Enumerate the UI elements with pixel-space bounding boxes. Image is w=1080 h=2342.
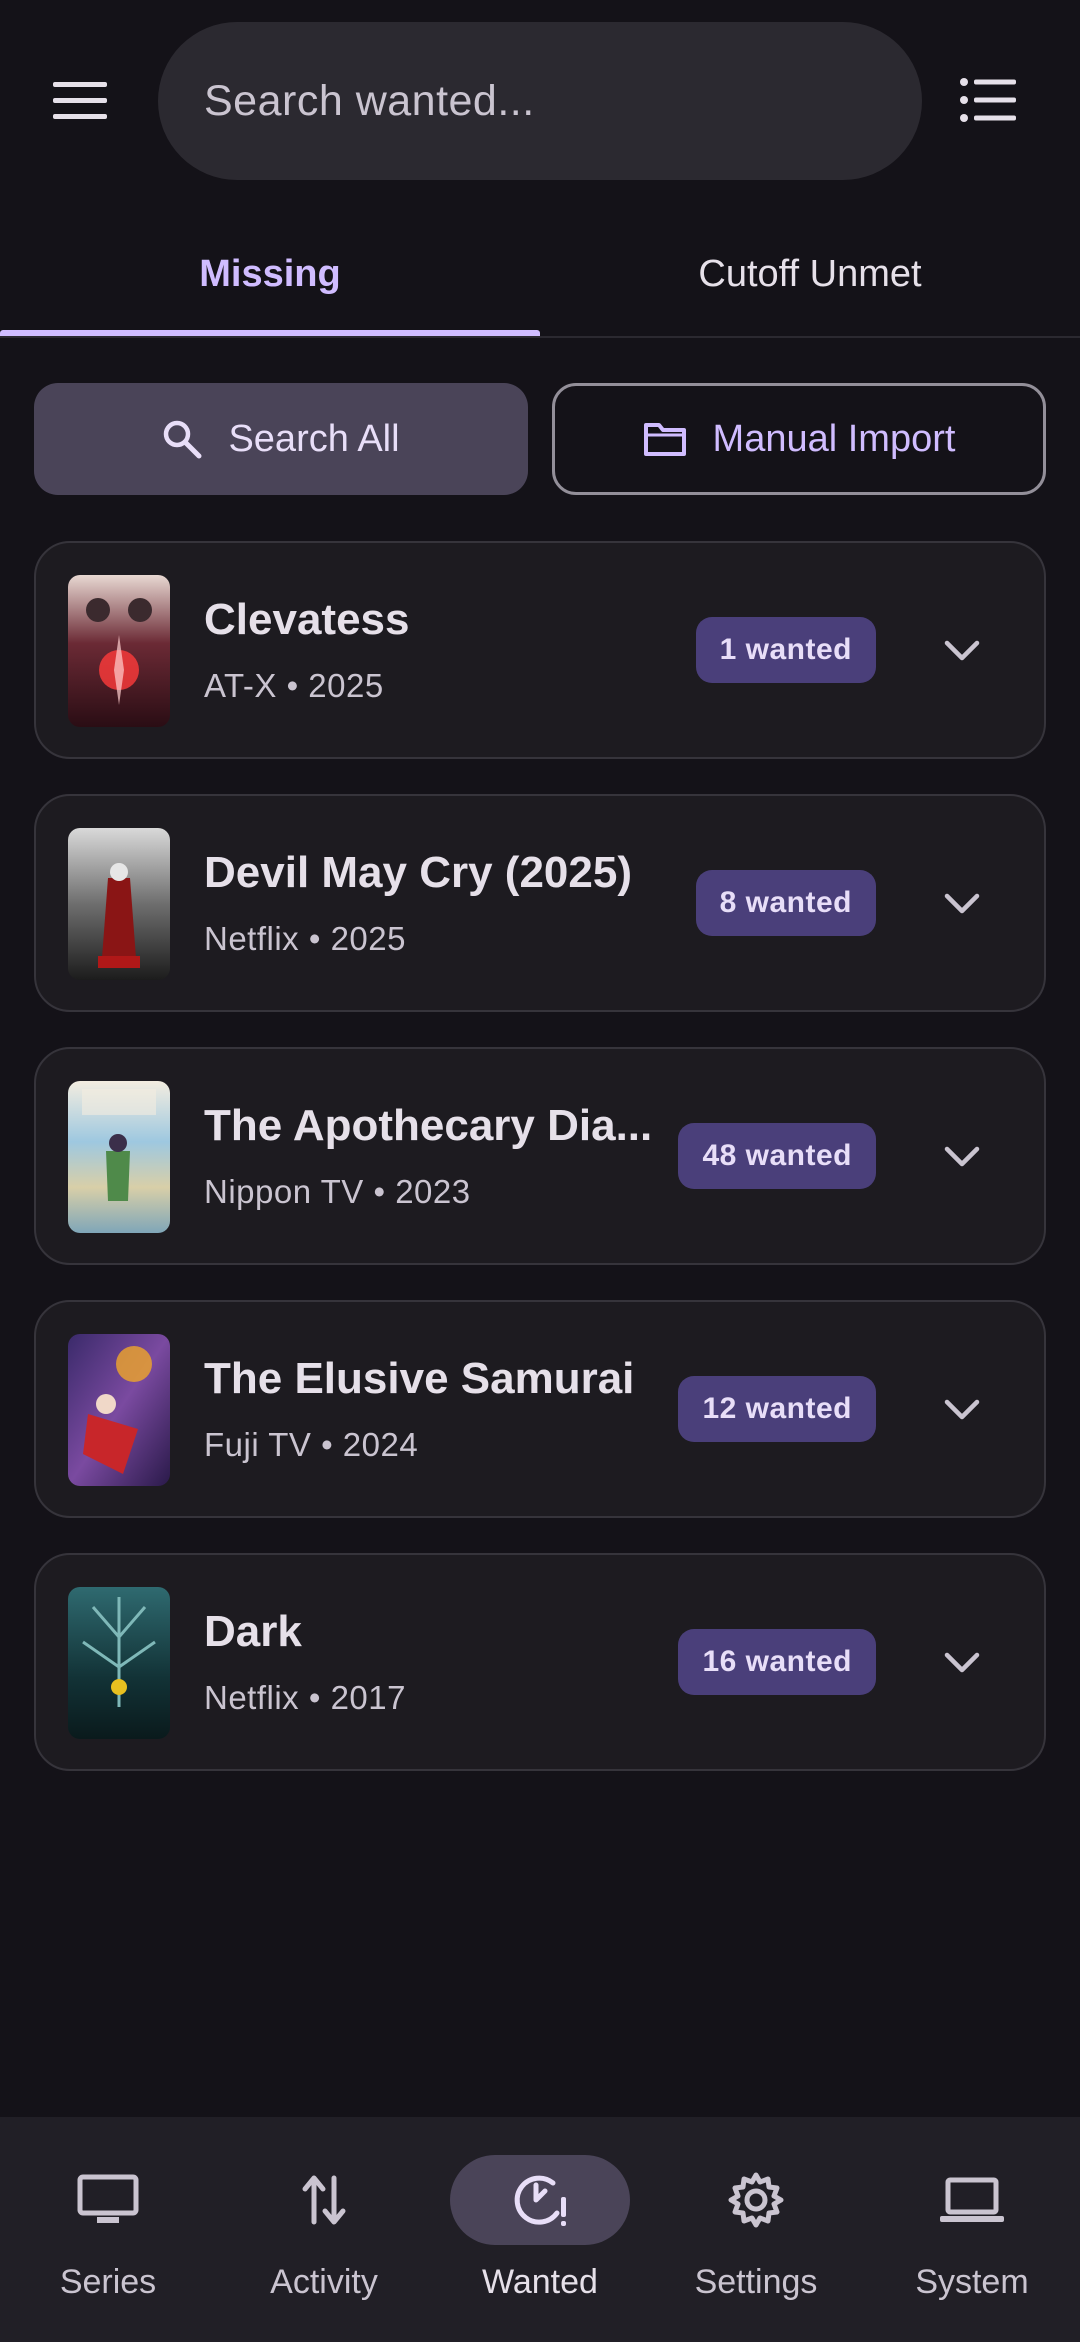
- series-network-year: Fuji TV • 2024: [204, 1426, 419, 1463]
- wanted-count-badge: 12 wanted: [678, 1376, 876, 1442]
- nav-icon-container: [450, 2155, 630, 2245]
- nav-label: Settings: [694, 2263, 818, 2301]
- nav-item-settings[interactable]: Settings: [648, 2117, 864, 2342]
- chevron-down-icon: [944, 893, 980, 914]
- wanted-count-badge: 48 wanted: [678, 1123, 876, 1189]
- series-card[interactable]: The Apothecary Dia... Nippon TV • 2023 4…: [34, 1047, 1046, 1265]
- series-network-year: Nippon TV • 2023: [204, 1173, 471, 1210]
- chevron-down-icon: [944, 1399, 980, 1420]
- series-card[interactable]: The Elusive Samurai Fuji TV • 2024 12 wa…: [34, 1300, 1046, 1518]
- chevron-down-icon: [944, 1652, 980, 1673]
- expand-button[interactable]: [934, 623, 990, 679]
- list-icon: [960, 78, 1016, 122]
- manual-import-label: Manual Import: [712, 417, 956, 460]
- nav-icon-container: [882, 2155, 1062, 2245]
- search-placeholder: Search wanted...: [204, 76, 535, 125]
- series-title: Clevatess: [204, 595, 410, 644]
- nav-item-series[interactable]: Series: [0, 2117, 216, 2342]
- series-network-year: Netflix • 2017: [204, 1679, 406, 1716]
- list-view-button[interactable]: [948, 60, 1028, 140]
- series-card[interactable]: Dark Netflix • 2017 16 wanted: [34, 1553, 1046, 1771]
- series-poster: [68, 1587, 170, 1739]
- series-title: The Elusive Samurai: [204, 1354, 635, 1403]
- nav-label: Activity: [270, 2263, 378, 2301]
- wanted-tabs: Missing Cutoff Unmet: [0, 210, 1080, 338]
- nav-icon-container: [234, 2155, 414, 2245]
- bottom-navigation-bar: Series Activity Wanted Settings System: [0, 2117, 1080, 2342]
- nav-label: Wanted: [482, 2263, 598, 2301]
- tab-cutoff-unmet[interactable]: Cutoff Unmet: [540, 210, 1080, 338]
- series-poster: [68, 1334, 170, 1486]
- tab-missing[interactable]: Missing: [0, 210, 540, 338]
- expand-button[interactable]: [934, 1635, 990, 1691]
- series-title: Dark: [204, 1607, 302, 1656]
- expand-button[interactable]: [934, 876, 990, 932]
- hamburger-menu-icon: [53, 82, 107, 119]
- monitor-icon: [77, 2174, 139, 2223]
- expand-button[interactable]: [934, 1129, 990, 1185]
- search-input[interactable]: Search wanted...: [158, 22, 922, 180]
- manual-import-button[interactable]: Manual Import: [552, 383, 1046, 495]
- wanted-count-badge: 1 wanted: [695, 617, 876, 683]
- wanted-count-badge: 16 wanted: [678, 1629, 876, 1695]
- top-app-bar: Search wanted...: [0, 0, 1080, 200]
- search-all-label: Search All: [228, 417, 400, 460]
- series-poster: [68, 1081, 170, 1233]
- nav-icon-container: [666, 2155, 846, 2245]
- wanted-screen: Search wanted... Missing Cutoff Unmet Se…: [0, 0, 1080, 2342]
- up-down-arrows-icon: [302, 2175, 346, 2225]
- series-card[interactable]: Devil May Cry (2025) Netflix • 2025 8 wa…: [34, 794, 1046, 1012]
- folder-icon: [643, 423, 686, 456]
- clock-alert-icon: [514, 2175, 566, 2226]
- nav-label: Series: [59, 2263, 157, 2301]
- nav-item-wanted[interactable]: Wanted: [432, 2117, 648, 2342]
- nav-item-system[interactable]: System: [864, 2117, 1080, 2342]
- menu-button[interactable]: [40, 60, 120, 140]
- gear-icon: [728, 2172, 784, 2228]
- series-title: Devil May Cry (2025): [204, 848, 632, 897]
- series-poster: [68, 575, 170, 727]
- nav-item-activity[interactable]: Activity: [216, 2117, 432, 2342]
- series-network-year: Netflix • 2025: [204, 920, 406, 957]
- series-poster: [68, 828, 170, 980]
- series-title: The Apothecary Dia...: [204, 1101, 653, 1150]
- chevron-down-icon: [944, 640, 980, 661]
- tabs-divider: [0, 336, 1080, 338]
- search-all-button[interactable]: Search All: [34, 383, 528, 495]
- wanted-count-badge: 8 wanted: [695, 870, 876, 936]
- nav-label: System: [915, 2263, 1029, 2301]
- series-card[interactable]: Clevatess AT-X • 2025 1 wanted: [34, 541, 1046, 759]
- series-network-year: AT-X • 2025: [204, 667, 384, 704]
- laptop-icon: [940, 2177, 1004, 2222]
- search-icon: [164, 420, 202, 459]
- expand-button[interactable]: [934, 1382, 990, 1438]
- nav-icon-container: [18, 2155, 198, 2245]
- chevron-down-icon: [944, 1146, 980, 1167]
